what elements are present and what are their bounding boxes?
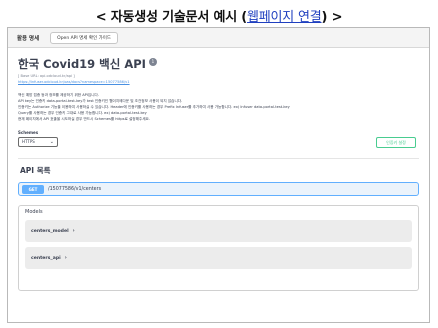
chevron-right-icon: › [64, 255, 67, 261]
operation-path: /15077586/v1/centers [48, 186, 102, 192]
tab-bar: 활용 명세 Open API 명세 확인 가이드 [8, 28, 429, 48]
model-item-centers-api[interactable]: centers_api › [25, 247, 412, 269]
api-list-section: API 목록 GET /15077586/v1/centers [18, 158, 419, 196]
version-badge: 1 [148, 57, 157, 66]
tab-openapi-guide[interactable]: Open API 명세 확인 가이드 [50, 31, 118, 44]
chevron-right-icon: › [72, 228, 75, 234]
heading-prefix: < 자동생성 기술문서 예시 ( [95, 10, 248, 25]
heading-suffix: ) > [321, 10, 343, 25]
page-heading: < 자동생성 기술문서 예시 (웹페이지 연결) > [0, 6, 438, 25]
schemes-label: Schemes [18, 130, 39, 135]
operation-get-centers[interactable]: GET /15077586/v1/centers [18, 182, 419, 196]
webpage-link[interactable]: 웹페이지 연결 [247, 10, 322, 25]
model-item-centers-model[interactable]: centers_model › [25, 220, 412, 242]
spec-link[interactable]: https://infuser.odcloud.kr/oas/docs?name… [18, 80, 419, 84]
authorize-button[interactable]: 인증키 설정 [376, 137, 416, 148]
schemes-block: Schemes HTTPS ⌄ 인증키 설정 [18, 130, 419, 152]
schemes-select[interactable]: HTTPS ⌄ [18, 137, 58, 147]
api-description: 백신 예방 접종 등과 정보를 제공하기 위한 API입니다. API key는… [18, 92, 419, 122]
tab-usage-spec[interactable]: 활용 명세 [12, 31, 44, 45]
schemes-selected-value: HTTPS [22, 139, 35, 144]
models-title[interactable]: Models [25, 209, 412, 215]
api-list-title[interactable]: API 목록 [18, 159, 419, 176]
swagger-content: 한국 Covid19 백신 API 1 [ Base URL: api.odcl… [8, 48, 429, 291]
chevron-down-icon: ⌄ [49, 139, 54, 145]
model-name: centers_model [31, 228, 69, 234]
api-title-row: 한국 Covid19 백신 API 1 [18, 56, 419, 72]
api-title: 한국 Covid19 백신 API [18, 57, 146, 71]
models-section: Models centers_model › centers_api › [18, 205, 419, 291]
swagger-frame: 활용 명세 Open API 명세 확인 가이드 한국 Covid19 백신 A… [7, 27, 430, 323]
method-badge: GET [22, 184, 44, 194]
description-line: 현재 페이지에서 API 호출을 시도하실 경우 반드시 Schemes를 ht… [18, 117, 150, 121]
base-url: [ Base URL: api.odcloud.kr/api ] [18, 74, 75, 78]
model-name: centers_api [31, 255, 61, 261]
